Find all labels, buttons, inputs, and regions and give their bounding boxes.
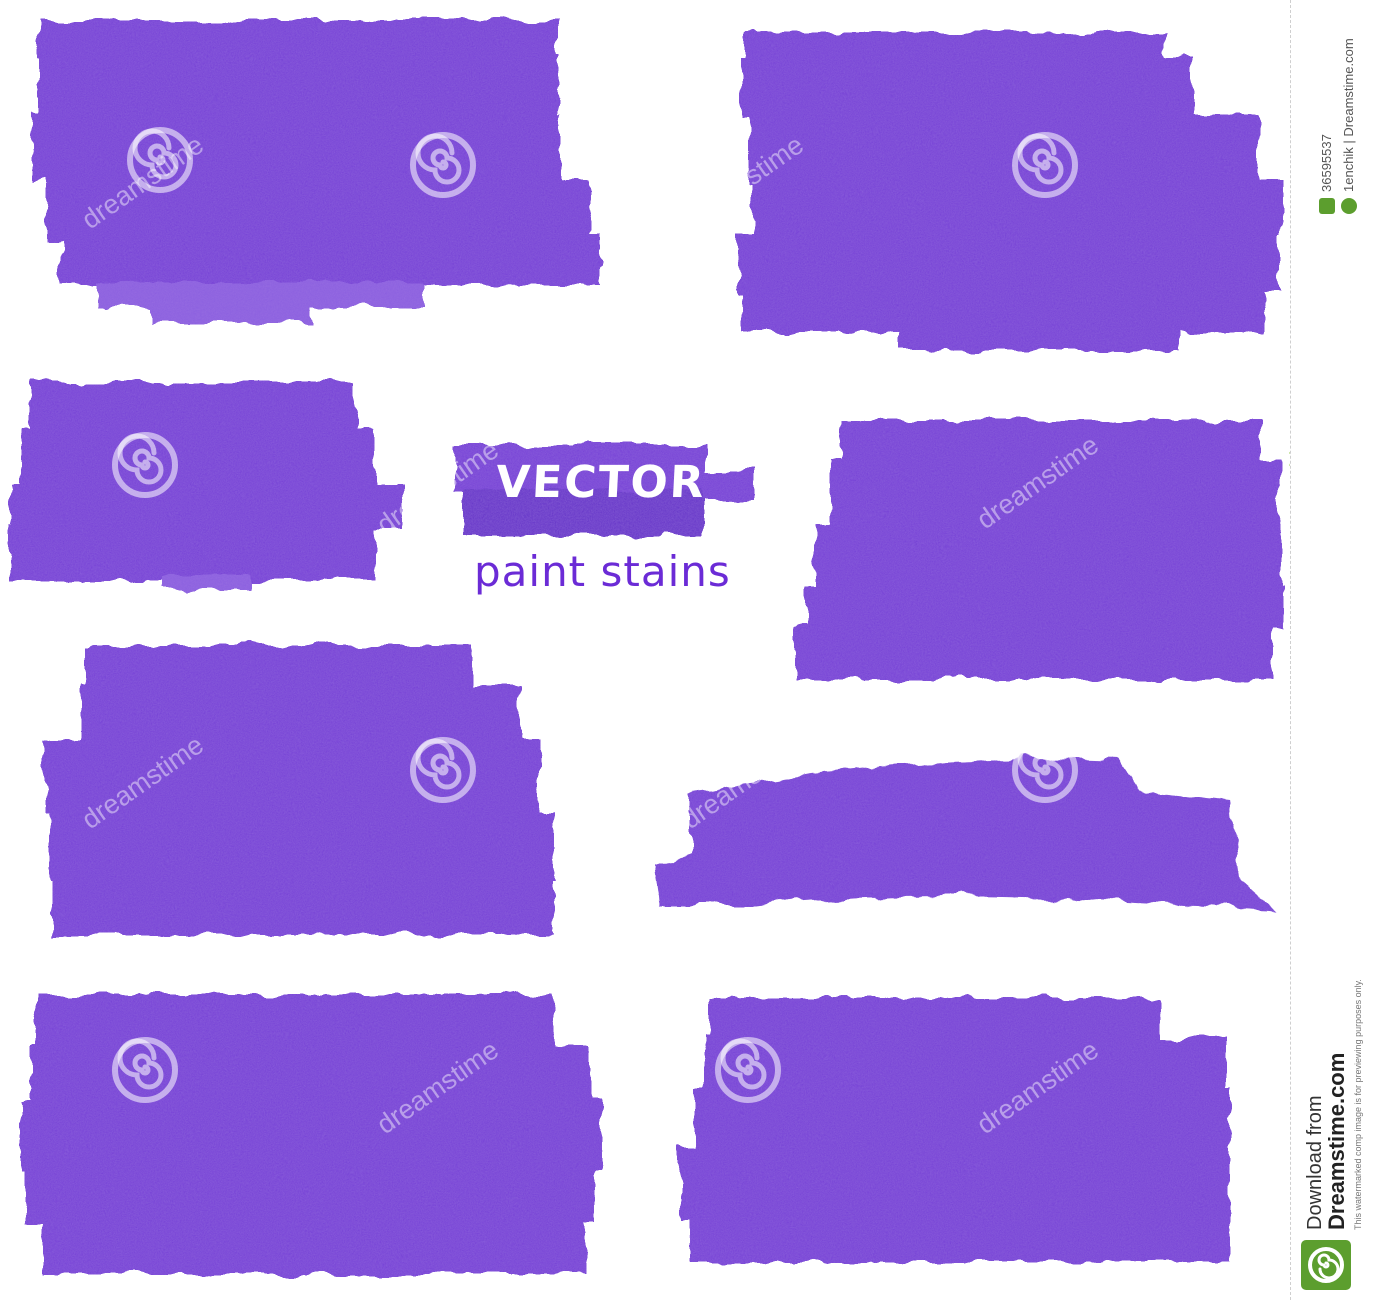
paint-stain-3 xyxy=(10,382,402,589)
copyright-icon xyxy=(1341,198,1357,214)
download-line2: Dreamstime.com xyxy=(1324,1052,1349,1230)
vector-title: VECTOR xyxy=(494,457,708,508)
image-credit: 1enchik | Dreamstime.com xyxy=(1341,38,1356,192)
paint-stain-9 xyxy=(680,998,1230,1262)
paint-stain-5 xyxy=(795,420,1283,680)
paint-stain-1 xyxy=(32,20,600,323)
watermark-sidebar: ID 36595537 1enchik | Dreamstime.com Dow… xyxy=(1290,0,1377,1300)
id-badge-icon xyxy=(1319,198,1335,214)
paint-stains-subtitle: paint stains xyxy=(474,547,731,596)
preview-notice: This watermarked comp image is for previ… xyxy=(1353,979,1363,1230)
image-id: 36595537 xyxy=(1319,134,1334,192)
stock-image-canvas: dreamstime dreamstime dreamstime dreamst… xyxy=(0,0,1377,1300)
paint-stains-artwork: dreamstime dreamstime dreamstime dreamst… xyxy=(10,20,1283,1275)
paint-stain-2 xyxy=(738,32,1282,350)
dreamstime-logo-icon xyxy=(1301,1240,1351,1290)
paint-stain-8 xyxy=(22,995,602,1275)
